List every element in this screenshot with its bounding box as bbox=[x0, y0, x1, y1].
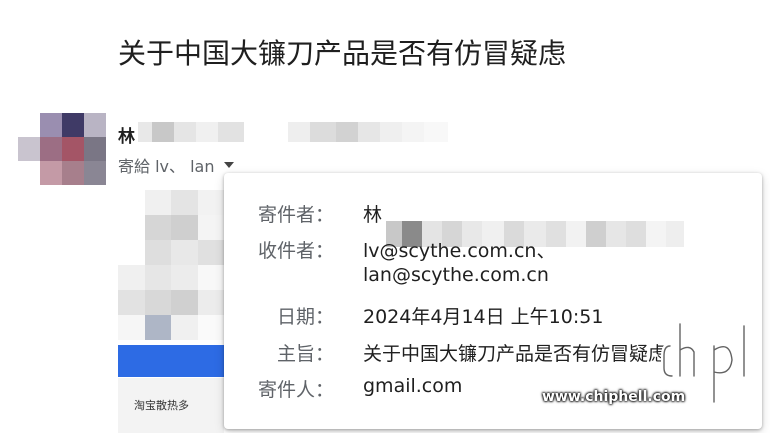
preview-footer-text: 淘宝散热多 bbox=[134, 399, 189, 412]
watermark-url: www.chiphell.com bbox=[542, 389, 686, 405]
recipients-toggle[interactable]: 寄給 lv、 lan bbox=[118, 153, 235, 177]
mailed-by-label: 寄件人： bbox=[257, 379, 334, 401]
recipients-summary: 寄給 lv、 lan bbox=[118, 157, 215, 176]
to-label: 收件者： bbox=[257, 240, 334, 262]
to-value-1: lv@scythe.com.cn、 bbox=[363, 240, 556, 262]
chevron-down-icon[interactable] bbox=[224, 162, 235, 168]
sender-avatar[interactable] bbox=[18, 113, 106, 185]
subject-value: 关于中国大镰刀产品是否有仿冒疑虑 bbox=[363, 343, 668, 365]
redacted-sender-name bbox=[138, 122, 448, 142]
email-subject: 关于中国大镰刀产品是否有仿冒疑虑 bbox=[118, 37, 567, 70]
sender-name: 林 bbox=[118, 127, 135, 147]
subject-label: 主旨： bbox=[276, 343, 334, 365]
to-value-2: lan@scythe.com.cn bbox=[363, 264, 549, 286]
from-value: 林 bbox=[363, 204, 383, 226]
mailed-by-value: gmail.com bbox=[363, 375, 463, 397]
date-value: 2024年4月14日 上午10:51 bbox=[363, 306, 604, 328]
date-label: 日期： bbox=[276, 306, 334, 328]
preview-banner bbox=[118, 345, 224, 377]
from-label: 寄件者： bbox=[257, 204, 334, 226]
message-body-preview bbox=[118, 190, 224, 340]
